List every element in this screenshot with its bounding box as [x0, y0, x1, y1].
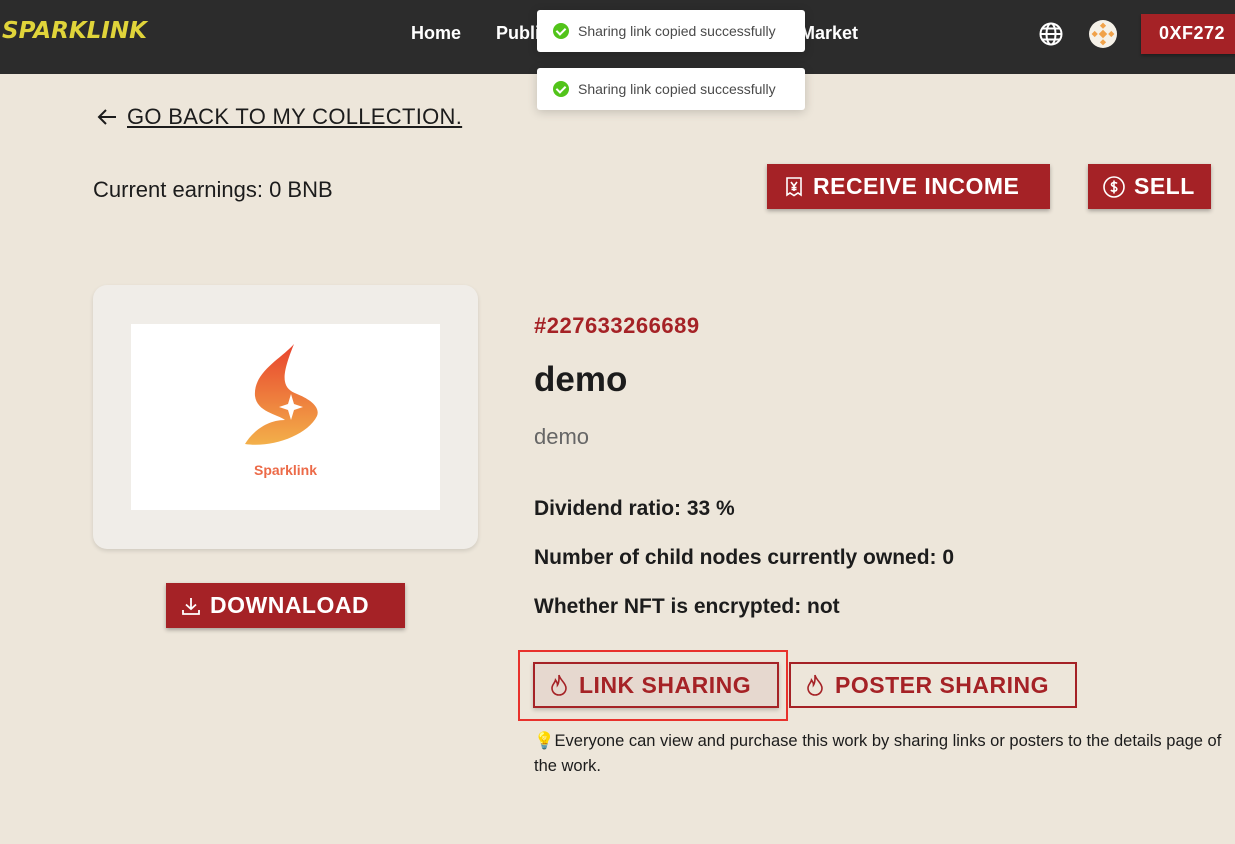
download-button[interactable]: DOWNALOAD — [166, 583, 405, 628]
nav-market[interactable]: Market — [800, 23, 858, 44]
nft-image: Sparklink — [131, 324, 440, 510]
toast-notification: Sharing link copied successfully — [537, 68, 805, 110]
child-nodes-count: Number of child nodes currently owned: 0 — [534, 546, 955, 569]
receive-income-label: RECEIVE INCOME — [813, 173, 1020, 199]
current-earnings: Current earnings: 0 BNB — [93, 177, 333, 202]
wallet-address-button[interactable]: 0XF272 — [1141, 14, 1235, 54]
success-check-icon — [553, 81, 569, 97]
yen-receipt-icon — [786, 176, 802, 196]
dividend-ratio: Dividend ratio: 33 % — [534, 497, 735, 520]
nft-title: demo — [534, 360, 628, 399]
toast-message: Sharing link copied successfully — [578, 23, 776, 39]
flame-icon — [551, 674, 567, 696]
globe-icon[interactable] — [1038, 21, 1064, 47]
success-check-icon — [553, 23, 569, 39]
poster-sharing-label: POSTER SHARING — [835, 671, 1050, 698]
toast-notification: Sharing link copied successfully — [537, 10, 805, 52]
image-brand-text: Sparklink — [253, 462, 318, 478]
lightbulb-icon: 💡 — [534, 732, 555, 750]
link-sharing-button[interactable]: LINK SHARING — [533, 662, 779, 708]
token-id: #227633266689 — [534, 313, 700, 338]
nav-home[interactable]: Home — [411, 23, 461, 44]
back-to-collection-link[interactable]: GO BACK TO MY COLLECTION. — [96, 104, 462, 130]
sell-button[interactable]: SELL — [1088, 164, 1211, 209]
encryption-status: Whether NFT is encrypted: not — [534, 595, 840, 618]
tip-text: Everyone can view and purchase this work… — [534, 732, 1222, 775]
back-link-label: GO BACK TO MY COLLECTION. — [127, 104, 463, 129]
nft-image-card: Sparklink — [93, 285, 478, 549]
sharing-tip: 💡Everyone can view and purchase this wor… — [534, 729, 1224, 779]
bnb-icon[interactable] — [1089, 20, 1117, 48]
dollar-circle-icon — [1103, 175, 1125, 198]
nav-public[interactable]: Public — [496, 23, 538, 44]
download-icon — [182, 597, 200, 615]
flame-icon — [807, 674, 823, 696]
download-label: DOWNALOAD — [210, 592, 370, 618]
logo[interactable]: SPARKLINK — [2, 18, 147, 44]
link-sharing-label: LINK SHARING — [579, 671, 752, 698]
arrow-left-icon — [97, 109, 116, 125]
toast-message: Sharing link copied successfully — [578, 81, 776, 97]
poster-sharing-button[interactable]: POSTER SHARING — [789, 662, 1077, 708]
receive-income-button[interactable]: RECEIVE INCOME — [767, 164, 1050, 209]
nft-description: demo — [534, 424, 590, 449]
sparklink-logo-icon — [245, 344, 318, 445]
sell-label: SELL — [1134, 173, 1195, 199]
